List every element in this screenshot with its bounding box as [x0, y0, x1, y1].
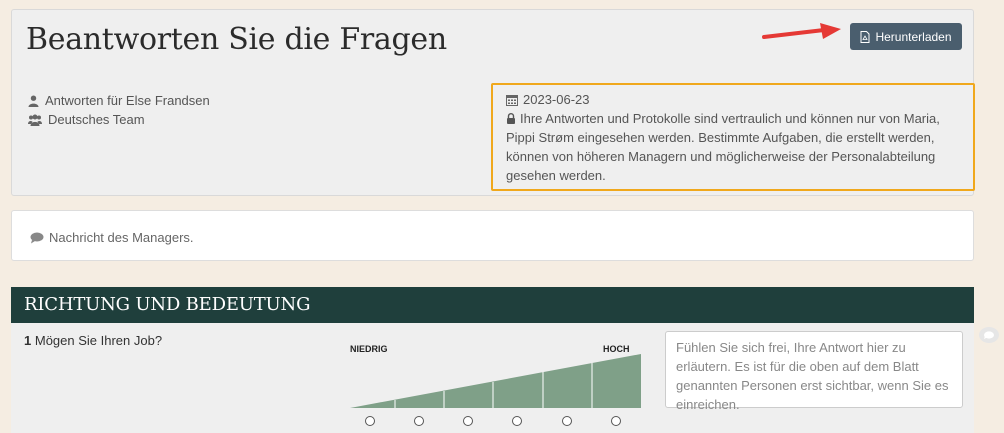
scale-option-1[interactable] — [365, 416, 375, 426]
date-text: 2023-06-23 — [523, 92, 590, 107]
scale-option-5[interactable] — [562, 416, 572, 426]
users-icon — [28, 114, 42, 126]
calendar-icon — [506, 94, 518, 106]
comment-icon — [30, 232, 44, 243]
meta-right: 2023-06-23 Ihre Antworten und Protokolle… — [506, 90, 968, 185]
team-row: Deutsches Team — [28, 110, 210, 129]
pdf-file-icon — [860, 30, 870, 43]
question-label: Mögen Sie Ihren Job? — [34, 333, 163, 348]
answers-for-row: Antworten für Else Frandsen — [28, 91, 210, 110]
download-button-label: Herunterladen — [875, 29, 952, 44]
scale-option-4[interactable] — [512, 416, 522, 426]
privacy-notice: Ihre Antworten und Protokolle sind vertr… — [506, 109, 968, 185]
annotation-arrow-icon — [762, 23, 841, 39]
scale-option-6[interactable] — [611, 416, 621, 426]
answers-for-text: Antworten für Else Frandsen — [45, 93, 210, 108]
question-text: 1 Mögen Sie Ihren Job? — [24, 333, 162, 348]
meta-left: Antworten für Else Frandsen Deutsches Te… — [28, 91, 210, 129]
lock-icon — [507, 113, 515, 124]
comment-textarea[interactable]: Fühlen Sie sich frei, Ihre Antwort hier … — [665, 331, 963, 412]
side-comment-icon[interactable] — [978, 326, 1000, 346]
privacy-text: Ihre Antworten und Protokolle sind vertr… — [506, 111, 940, 183]
date-row: 2023-06-23 — [506, 90, 968, 109]
manager-message-label: Nachricht des Managers. — [49, 230, 194, 245]
question-block: 1 Mögen Sie Ihren Job? NIEDRIG HOCH Fühl… — [11, 323, 974, 433]
download-button[interactable]: Herunterladen — [850, 23, 962, 50]
question-number: 1 — [24, 333, 32, 348]
scale-option-3[interactable] — [463, 416, 473, 426]
manager-message-box[interactable]: Nachricht des Managers. — [11, 210, 974, 261]
page-title: Beantworten Sie die Fragen — [26, 22, 447, 57]
scale-option-2[interactable] — [414, 416, 424, 426]
scale-ramp — [350, 354, 641, 408]
team-text: Deutsches Team — [48, 112, 145, 127]
manager-message[interactable]: Nachricht des Managers. — [30, 230, 194, 245]
section-header: RICHTUNG UND BEDEUTUNG — [11, 287, 974, 323]
user-icon — [28, 95, 39, 107]
